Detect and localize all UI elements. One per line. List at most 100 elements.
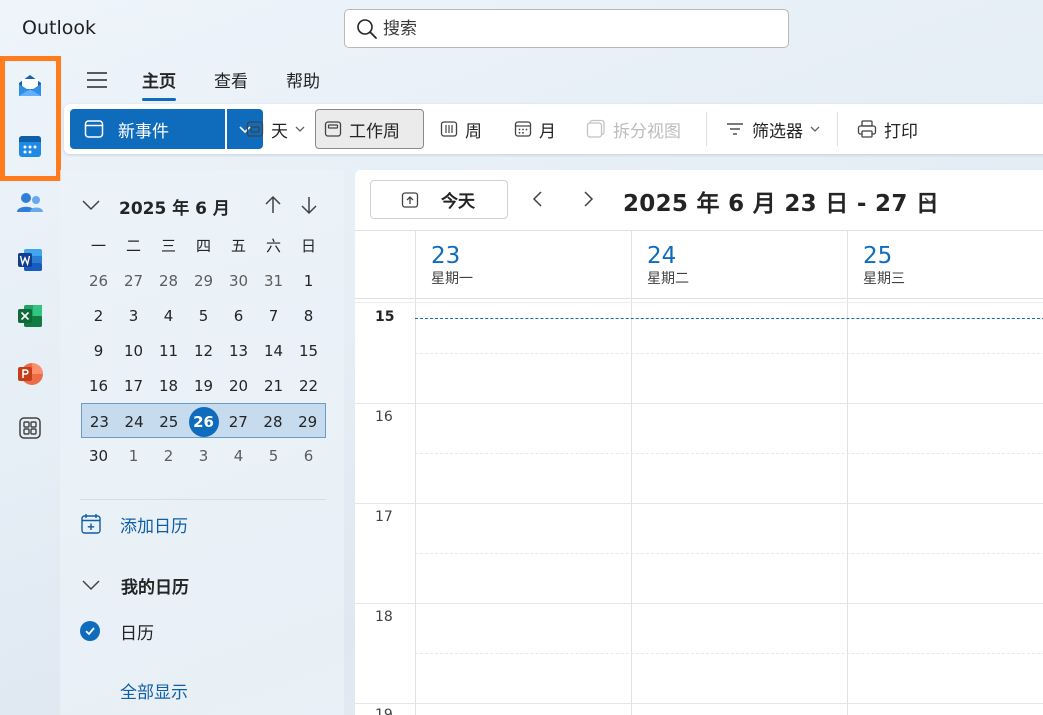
day-number: 25 bbox=[863, 243, 893, 269]
add-calendar-link[interactable]: 添加日历 bbox=[80, 511, 188, 537]
hour-label: 16 bbox=[375, 409, 393, 425]
day-header-tue[interactable]: 24 星期二 bbox=[647, 242, 689, 288]
month-view-button[interactable]: 月 bbox=[506, 109, 564, 149]
new-event-button[interactable]: 新事件 bbox=[70, 109, 225, 149]
rail-apps-button[interactable] bbox=[12, 410, 48, 446]
mini-calendar-day[interactable]: 29 bbox=[186, 263, 221, 298]
calendar-main-view: 今天 2025 年 6 月 23 日 - 27 日 23 星期一 24 星期二 … bbox=[355, 170, 1043, 715]
mini-calendar-day[interactable]: 3 bbox=[116, 298, 151, 333]
mini-calendar-day[interactable]: 2 bbox=[151, 438, 186, 473]
mini-calendar-day[interactable]: 18 bbox=[151, 368, 186, 403]
rail-mail-button[interactable] bbox=[12, 68, 48, 104]
tab-home[interactable]: 主页 bbox=[142, 67, 176, 101]
mini-calendar-day[interactable]: 27 bbox=[116, 263, 151, 298]
arrow-up-icon[interactable] bbox=[262, 194, 284, 216]
excel-icon bbox=[18, 305, 42, 327]
work-week-view-button[interactable]: 工作周 bbox=[315, 109, 424, 149]
mini-calendar-day[interactable]: 19 bbox=[186, 368, 221, 403]
chevron-right-icon[interactable] bbox=[577, 188, 599, 210]
app-rail bbox=[0, 58, 60, 715]
chevron-down-icon bbox=[810, 126, 820, 132]
mini-calendar-day[interactable]: 7 bbox=[256, 298, 291, 333]
mini-calendar-day[interactable]: 26 bbox=[81, 263, 116, 298]
weekday-header-row: 一 二 三 四 五 六 日 bbox=[81, 228, 326, 263]
mini-calendar-day[interactable]: 12 bbox=[186, 333, 221, 368]
mini-calendar-day[interactable]: 28 bbox=[256, 404, 291, 439]
split-view-button[interactable]: 拆分视图 bbox=[578, 109, 689, 149]
calendar-item-label: 日历 bbox=[120, 623, 154, 644]
mini-calendar-day[interactable]: 22 bbox=[291, 368, 326, 403]
mini-calendar-day[interactable]: 21 bbox=[256, 368, 291, 403]
rail-excel-button[interactable] bbox=[12, 298, 48, 334]
hour-line bbox=[355, 603, 1043, 604]
mini-calendar-day[interactable]: 30 bbox=[221, 263, 256, 298]
chevron-down-icon[interactable] bbox=[921, 191, 939, 209]
mini-calendar-day[interactable]: 6 bbox=[221, 298, 256, 333]
mini-calendar-day[interactable]: 14 bbox=[256, 333, 291, 368]
mini-calendar-day[interactable]: 30 bbox=[81, 438, 116, 473]
my-calendars-header[interactable]: 我的日历 bbox=[80, 572, 189, 598]
mini-calendar-day[interactable]: 31 bbox=[256, 263, 291, 298]
week-view-button[interactable]: 周 bbox=[432, 109, 490, 149]
mini-calendar-today[interactable]: 26 bbox=[186, 404, 221, 439]
mini-calendar-day[interactable]: 6 bbox=[291, 438, 326, 473]
arrow-down-icon[interactable] bbox=[298, 194, 320, 216]
rail-word-button[interactable] bbox=[12, 242, 48, 278]
ribbon-separator bbox=[837, 112, 838, 146]
filter-button[interactable]: 筛选器 bbox=[717, 109, 829, 149]
mini-calendar-day[interactable]: 24 bbox=[117, 404, 152, 439]
mini-calendar-day[interactable]: 29 bbox=[290, 404, 325, 439]
print-button[interactable]: 打印 bbox=[849, 109, 926, 149]
mini-calendar-title: 2025 年 6 月 bbox=[119, 199, 230, 219]
mini-calendar-day[interactable]: 5 bbox=[256, 438, 291, 473]
mini-calendar-day[interactable]: 9 bbox=[81, 333, 116, 368]
weekday-label: 一 bbox=[90, 237, 106, 255]
mini-calendar-day[interactable]: 2 bbox=[81, 298, 116, 333]
printer-icon bbox=[857, 120, 877, 138]
day-header-mon[interactable]: 23 星期一 bbox=[431, 242, 473, 288]
mini-calendar-day[interactable]: 16 bbox=[81, 368, 116, 403]
mini-calendar-day[interactable]: 25 bbox=[151, 404, 186, 439]
mini-calendar-day[interactable]: 5 bbox=[186, 298, 221, 333]
mini-calendar-day[interactable]: 4 bbox=[151, 298, 186, 333]
calendar-item-default[interactable]: 日历 bbox=[80, 618, 154, 644]
hamburger-menu-icon[interactable] bbox=[85, 68, 109, 92]
chevron-left-icon[interactable] bbox=[527, 188, 549, 210]
ribbon-toolbar: 新事件 天 工作周 周 月 拆分视图 筛选器 打印 bbox=[64, 104, 1043, 154]
today-button[interactable]: 今天 bbox=[370, 180, 508, 219]
mini-calendar-day[interactable]: 23 bbox=[82, 404, 117, 439]
mini-calendar-day[interactable]: 27 bbox=[221, 404, 256, 439]
calendar-add-icon bbox=[81, 514, 101, 534]
mini-calendar-day[interactable]: 4 bbox=[221, 438, 256, 473]
date-range-title[interactable]: 2025 年 6 月 23 日 - 27 日 bbox=[623, 184, 939, 218]
hour-line bbox=[355, 503, 1043, 504]
chevron-down-icon bbox=[82, 580, 100, 591]
rail-powerpoint-button[interactable] bbox=[12, 356, 48, 392]
search-input[interactable] bbox=[383, 14, 773, 43]
mini-calendar-day[interactable]: 13 bbox=[221, 333, 256, 368]
mini-calendar-day[interactable]: 10 bbox=[116, 333, 151, 368]
mini-calendar-day[interactable]: 3 bbox=[186, 438, 221, 473]
mini-calendar-day[interactable]: 11 bbox=[151, 333, 186, 368]
mini-calendar-day[interactable]: 8 bbox=[291, 298, 326, 333]
half-hour-line bbox=[415, 553, 1043, 554]
week-grid[interactable]: 23 星期一 24 星期二 25 星期三 15 16 17 18 19 bbox=[355, 230, 1043, 715]
tab-view[interactable]: 查看 bbox=[214, 67, 248, 92]
chevron-down-icon[interactable] bbox=[80, 194, 102, 216]
checkmark-icon[interactable] bbox=[80, 621, 100, 641]
mini-calendar-grid: 一 二 三 四 五 六 日 26 27 28 29 30 31 1 2 3 4 5 6 7 8 9 10 11 1… bbox=[81, 228, 326, 473]
day-view-button[interactable]: 天 bbox=[238, 109, 314, 149]
rail-calendar-button[interactable] bbox=[12, 128, 48, 164]
rail-people-button[interactable] bbox=[12, 185, 48, 221]
mini-calendar-day[interactable]: 17 bbox=[116, 368, 151, 403]
mini-calendar-day[interactable]: 1 bbox=[291, 263, 326, 298]
grid-top-border bbox=[355, 230, 1043, 231]
mini-calendar-day[interactable]: 1 bbox=[116, 438, 151, 473]
tab-help[interactable]: 帮助 bbox=[286, 67, 320, 92]
mini-calendar-day[interactable]: 15 bbox=[291, 333, 326, 368]
mini-calendar-day[interactable]: 20 bbox=[221, 368, 256, 403]
show-all-link[interactable]: 全部显示 bbox=[120, 678, 188, 703]
search-box[interactable] bbox=[344, 9, 789, 48]
mini-calendar-day[interactable]: 28 bbox=[151, 263, 186, 298]
day-header-wed[interactable]: 25 星期三 bbox=[863, 242, 905, 288]
